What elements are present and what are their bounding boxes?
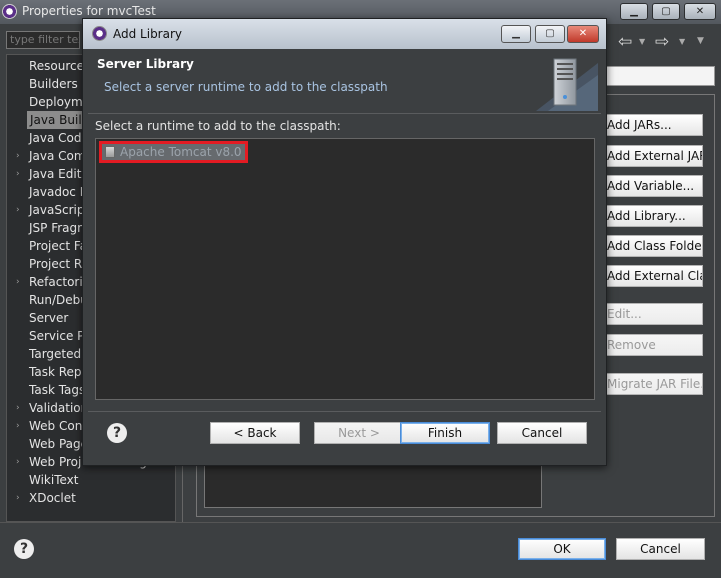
help-icon[interactable]: ? [14,539,34,559]
properties-title: Properties for mvcTest [22,4,156,18]
tree-expand-icon[interactable]: › [16,147,22,165]
libraries-list[interactable] [204,460,542,508]
side-button[interactable]: Add Library... [600,205,703,227]
tree-item[interactable]: XDoclet [29,489,76,507]
tree-expand-icon[interactable]: › [16,273,22,291]
tree-item[interactable]: Validation [29,399,88,417]
wizard-page-title: Server Library [97,57,194,71]
dialog-titlebar[interactable]: Add Library ▁ ▢ ✕ [83,19,606,49]
tree-item[interactable]: Builders [29,75,78,93]
tree-item[interactable]: Task Tags [29,381,85,399]
tree-expand-icon[interactable]: › [16,489,22,507]
tree-expand-icon[interactable]: › [16,453,22,471]
dialog-minimize-button[interactable]: ▁ [501,25,531,43]
tree-item[interactable]: Server [29,309,68,327]
finish-button[interactable]: Finish [400,422,490,444]
tree-item[interactable]: Resource [29,57,84,75]
side-button[interactable]: Migrate JAR File... [600,373,703,395]
view-menu-icon[interactable]: ▼ [697,36,704,46]
tree-item[interactable]: WikiText [29,471,79,489]
add-library-dialog: Add Library ▁ ▢ ✕ Server Library Select … [82,18,607,466]
cancel-button[interactable]: Cancel [616,538,705,560]
filter-input[interactable]: type filter text [6,31,80,49]
wizard-body: Select a runtime to add to the classpath… [88,116,601,408]
forward-dropdown-icon[interactable]: ▼ [679,37,685,46]
help-icon[interactable]: ? [107,423,127,443]
wizard-footer: ? < Back Next > Finish Cancel [88,411,601,461]
side-button[interactable]: Add Class Folder... [600,235,703,257]
properties-footer [0,522,721,578]
dialog-title: Add Library [113,27,183,41]
side-button[interactable]: Add External Class Folder... [600,265,703,287]
dialog-close-button[interactable]: ✕ [567,25,599,43]
next-button[interactable]: Next > [314,422,404,444]
back-dropdown-icon[interactable]: ▼ [639,37,645,46]
close-button[interactable]: ✕ [684,3,716,20]
server-library-banner-icon [536,58,598,111]
back-arrow-icon[interactable]: ⇦ [618,32,632,52]
dialog-cancel-button[interactable]: Cancel [497,422,587,444]
side-button[interactable]: Remove [600,334,703,356]
runtime-list[interactable]: Apache Tomcat v8.0 [95,138,595,400]
tree-expand-icon[interactable]: › [16,201,22,219]
dialog-maximize-button[interactable]: ▢ [535,25,565,43]
side-button[interactable]: Add Variable... [600,175,703,197]
runtime-item-label: Apache Tomcat v8.0 [120,145,242,159]
tab-strip[interactable] [600,66,715,86]
tree-expand-icon[interactable]: › [16,417,22,435]
wizard-page-description: Select a server runtime to add to the cl… [104,80,388,94]
side-button[interactable]: Add JARs... [600,114,703,136]
minimize-button[interactable]: ▁ [620,3,648,20]
tree-expand-icon[interactable]: › [16,165,22,183]
wizard-header: Server Library Select a server runtime t… [88,49,601,114]
forward-arrow-icon[interactable]: ⇨ [655,32,669,52]
tree-expand-icon[interactable]: › [16,399,22,417]
back-button[interactable]: < Back [210,422,300,444]
side-button[interactable]: Edit... [600,303,703,325]
side-button[interactable]: Add External JARs... [600,145,703,167]
server-runtime-icon [105,146,115,158]
eclipse-icon [92,26,107,41]
runtime-list-label: Select a runtime to add to the classpath… [95,119,341,133]
runtime-item-apache-tomcat[interactable]: Apache Tomcat v8.0 [99,141,248,163]
ok-button[interactable]: OK [518,538,606,560]
eclipse-icon [2,4,17,19]
tree-item[interactable]: JavaScript [29,201,89,219]
maximize-button[interactable]: ▢ [652,3,680,20]
